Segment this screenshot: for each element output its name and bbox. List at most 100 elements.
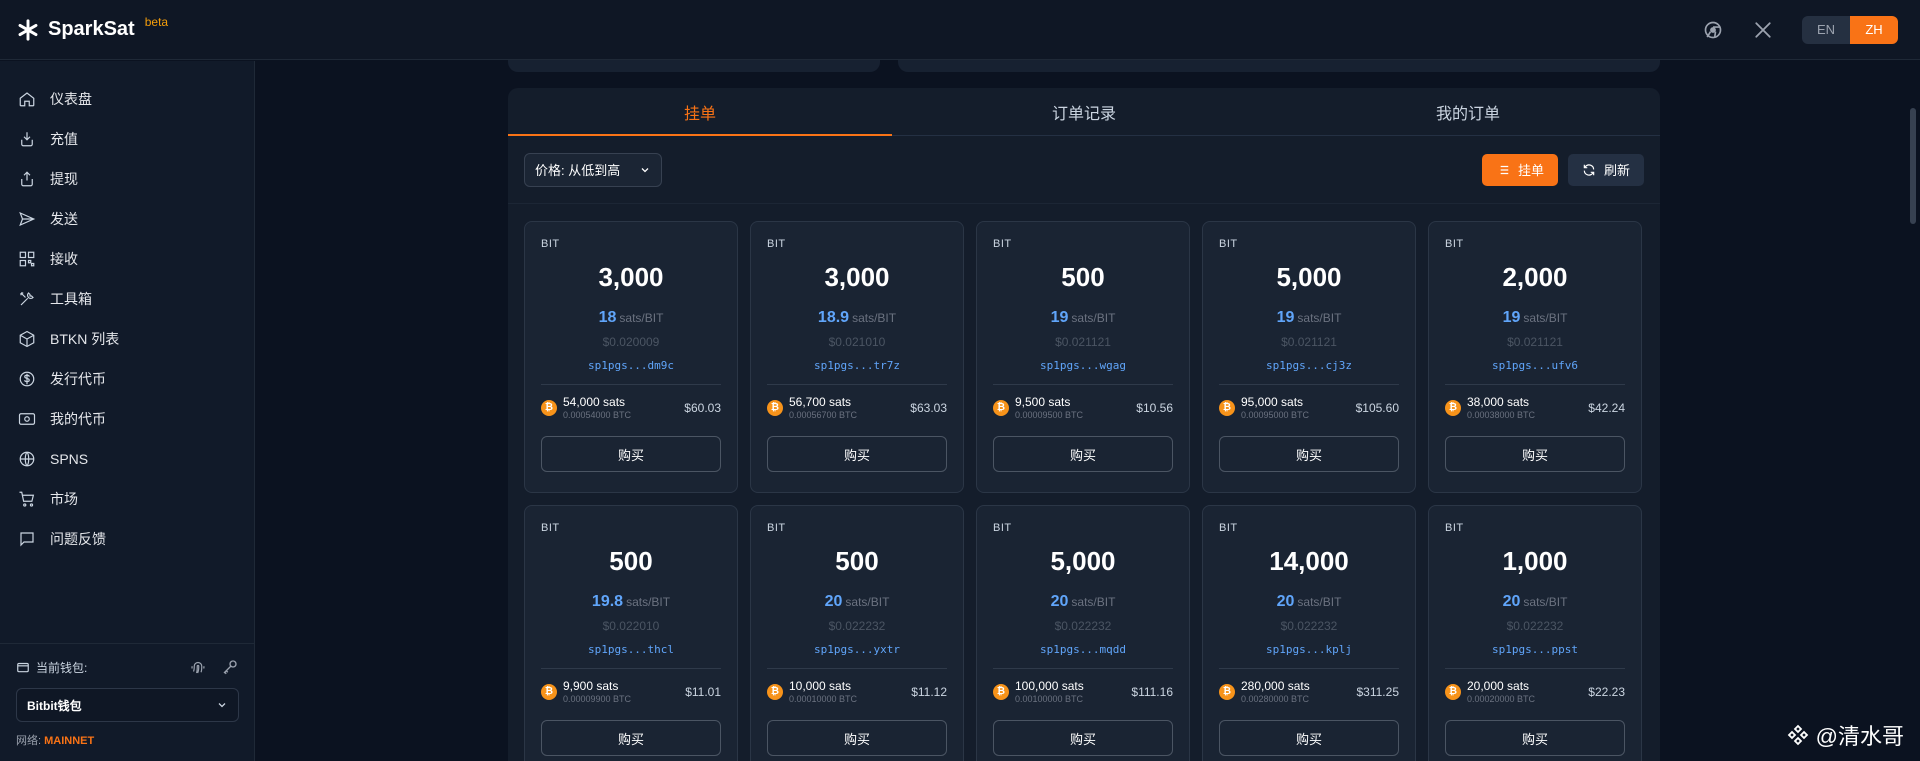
sidebar-item-deposit[interactable]: 充值: [0, 119, 254, 159]
cube-icon: [19, 330, 35, 348]
listing-card: BIT 14,000 20 sats/BIT $0.022232 sp1pgs...kpl…: [1202, 505, 1416, 761]
sidebar-item-dashboard[interactable]: 仪表盘: [0, 79, 254, 119]
buy-button[interactable]: 购买: [993, 436, 1173, 472]
sidebar-item-feedback[interactable]: 问题反馈: [0, 519, 254, 559]
wallet-panel: 当前钱包: Bitbit钱包 网络: MAINNET: [0, 643, 255, 761]
total-row: ₿ 10,000 sats 0.00010000 BTC $11.12: [767, 679, 947, 704]
unit-price-unit: sats/BIT: [1297, 311, 1342, 325]
total-btc-value: 0.00280000 BTC: [1241, 694, 1310, 704]
buy-button[interactable]: 购买: [541, 720, 721, 756]
seller-address[interactable]: sp1pgs...thcl: [541, 643, 721, 656]
lang-en-button[interactable]: EN: [1802, 15, 1850, 44]
total-sats-value: 100,000 sats: [1015, 679, 1084, 693]
tab-listings[interactable]: 挂单: [508, 88, 892, 136]
seller-address[interactable]: sp1pgs...yxtr: [767, 643, 947, 656]
total-btc-value: 0.00056700 BTC: [789, 410, 858, 420]
language-toggle: EN ZH: [1802, 15, 1898, 44]
sidebar-item-market[interactable]: 市场: [0, 479, 254, 519]
bitcoin-icon: ₿: [767, 399, 783, 416]
wallet-select[interactable]: Bitbit钱包: [16, 688, 239, 722]
tab-my-orders[interactable]: 我的订单: [1276, 88, 1660, 135]
card-divider: [541, 384, 721, 385]
token-amount: 2,000: [1502, 262, 1568, 292]
unit-price: 19 sats/BIT: [1219, 309, 1399, 327]
seller-address[interactable]: sp1pgs...ppst: [1445, 643, 1625, 656]
buy-button[interactable]: 购买: [993, 720, 1173, 756]
unit-price-unit: sats/BIT: [845, 595, 890, 609]
key-icon[interactable]: [221, 658, 239, 676]
total-usd: $42.24: [1588, 400, 1625, 415]
seller-address[interactable]: sp1pgs...mqdd: [993, 643, 1173, 656]
page-scrollbar[interactable]: [1910, 108, 1916, 224]
refresh-label: 刷新: [1603, 163, 1630, 178]
buy-button[interactable]: 购买: [767, 436, 947, 472]
seller-address[interactable]: sp1pgs...kplj: [1219, 643, 1399, 656]
wallet-label: 当前钱包:: [36, 660, 88, 675]
top-header: SparkSat beta EN ZH: [0, 0, 1920, 60]
total-btc-value: 0.00009500 BTC: [1015, 410, 1084, 420]
listing-card: BIT 1,000 20 sats/BIT $0.022232 sp1pgs...ppst…: [1428, 505, 1642, 761]
seller-address[interactable]: sp1pgs...ufv6: [1445, 359, 1625, 372]
unit-price: 19 sats/BIT: [1445, 309, 1625, 327]
unit-price-unit: sats/BIT: [852, 311, 897, 325]
total-sats: 9,900 sats 0.00009900 BTC: [563, 679, 631, 704]
sidebar-item-withdraw[interactable]: 提现: [0, 159, 254, 199]
market-tabs: 挂单 订单记录 我的订单: [508, 88, 1660, 136]
sidebar-item-tools[interactable]: 工具箱: [0, 279, 254, 319]
tab-order-history[interactable]: 订单记录: [892, 88, 1276, 135]
token-amount: 3,000: [598, 262, 664, 292]
sidebar-item-send[interactable]: 发送: [0, 199, 254, 239]
buy-button[interactable]: 购买: [1445, 720, 1625, 756]
total-row: ₿ 9,500 sats 0.00009500 BTC $10.56: [993, 395, 1173, 420]
lang-zh-button[interactable]: ZH: [1850, 15, 1898, 44]
total-btc-value: 0.00095000 BTC: [1241, 410, 1310, 420]
token-ticker: BIT: [767, 238, 786, 250]
sidebar-item-receive[interactable]: 接收: [0, 239, 254, 279]
token-amount: 14,000: [1269, 546, 1349, 576]
total-sats-value: 280,000 sats: [1241, 679, 1310, 693]
buy-button[interactable]: 购买: [1445, 436, 1625, 472]
network-value: MAINNET: [44, 735, 95, 747]
buy-button[interactable]: 购买: [767, 720, 947, 756]
chrome-icon[interactable]: [1702, 19, 1724, 41]
seller-address[interactable]: sp1pgs...dm9c: [541, 359, 721, 372]
token-ticker: BIT: [993, 238, 1012, 250]
sidebar-item-issue-token[interactable]: 发行代币: [0, 359, 254, 399]
sidebar-item-spns[interactable]: SPNS: [0, 439, 254, 479]
app-logo[interactable]: SparkSat beta: [16, 15, 168, 42]
usd-unit-price: $0.021121: [1507, 335, 1563, 349]
total-sats-value: 56,700 sats: [789, 395, 852, 409]
usd-unit-price: $0.020009: [602, 335, 660, 349]
unit-price-value: 19.8: [591, 593, 624, 610]
market-panel: 挂单 订单记录 我的订单 价格: 从低到高 挂单 刷新 BIT 3,000 18 sa…: [508, 88, 1660, 761]
unit-price: 20 sats/BIT: [993, 593, 1173, 611]
total-btc-value: 0.00100000 BTC: [1015, 694, 1084, 704]
dollar-icon: [19, 371, 35, 387]
total-row: ₿ 54,000 sats 0.00054000 BTC $60.03: [541, 395, 721, 420]
bitcoin-icon: ₿: [1219, 683, 1235, 700]
bitcoin-icon: ₿: [541, 683, 557, 700]
sidebar-item-btkn-list[interactable]: BTKN 列表: [0, 319, 254, 359]
create-listing-button[interactable]: 挂单: [1482, 153, 1558, 186]
unit-price-unit: sats/BIT: [1071, 595, 1116, 609]
sort-select[interactable]: 价格: 从低到高: [524, 152, 662, 187]
unit-price-unit: sats/BIT: [626, 595, 671, 609]
fingerprint-icon[interactable]: [189, 658, 207, 676]
total-usd: $60.03: [684, 400, 721, 415]
buy-button[interactable]: 购买: [541, 436, 721, 472]
sidebar-item-label: 我的代币: [50, 411, 106, 427]
unit-price-unit: sats/BIT: [1523, 311, 1568, 325]
x-twitter-icon[interactable]: [1752, 19, 1774, 41]
tools-icon: [20, 292, 34, 306]
usd-unit-price: $0.022232: [1054, 619, 1112, 633]
seller-address[interactable]: sp1pgs...tr7z: [767, 359, 947, 372]
seller-address[interactable]: sp1pgs...wgag: [993, 359, 1173, 372]
refresh-button[interactable]: 刷新: [1568, 153, 1644, 186]
home-icon: [19, 92, 35, 107]
seller-address[interactable]: sp1pgs...cj3z: [1219, 359, 1399, 372]
total-btc-value: 0.00038000 BTC: [1467, 410, 1536, 420]
buy-button[interactable]: 购买: [1219, 436, 1399, 472]
buy-button[interactable]: 购买: [1219, 720, 1399, 756]
asterisk-logo-icon: [16, 18, 40, 42]
sidebar-item-my-tokens[interactable]: 我的代币: [0, 399, 254, 439]
